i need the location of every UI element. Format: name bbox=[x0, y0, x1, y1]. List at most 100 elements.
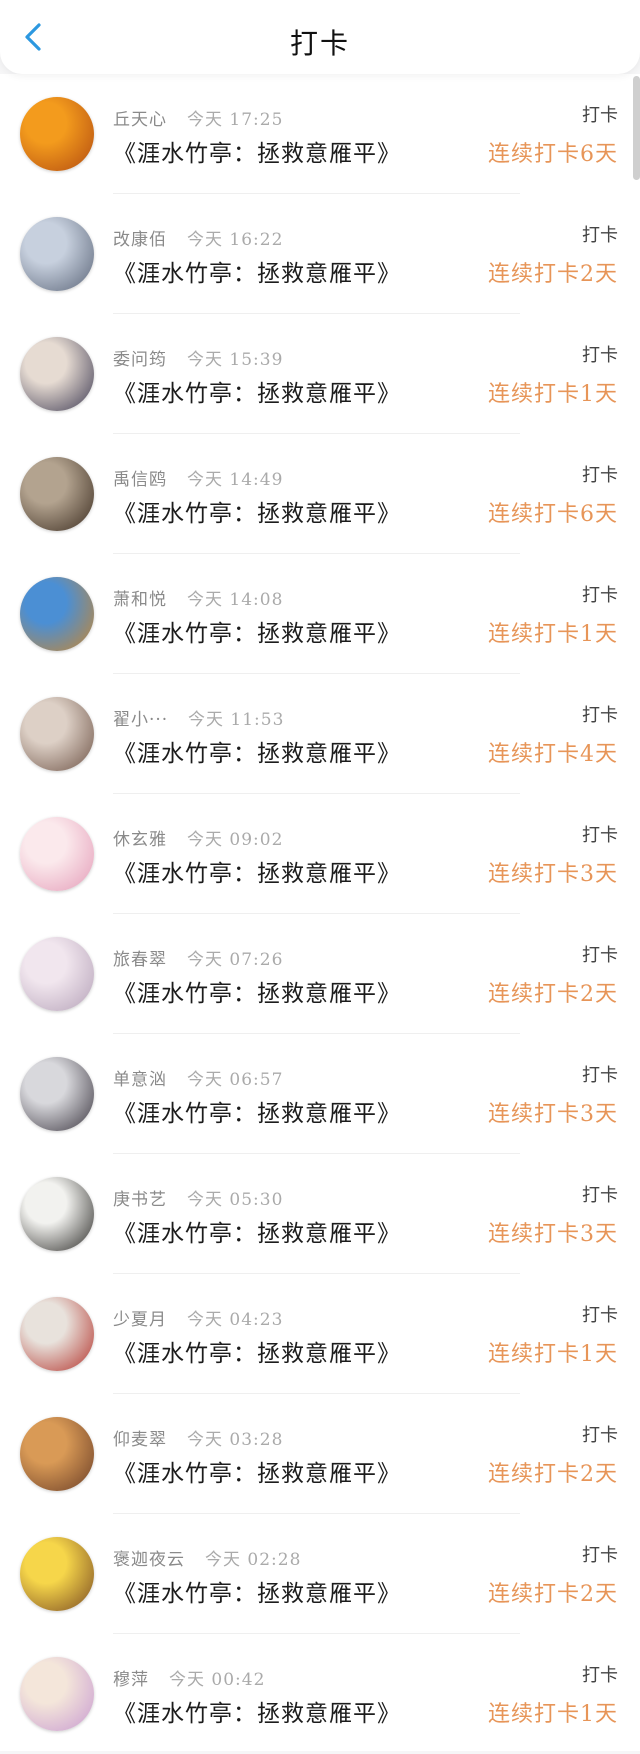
streak-label: 连续打卡1天 bbox=[488, 382, 618, 407]
avatar[interactable] bbox=[20, 217, 94, 291]
checkin-tag: 打卡 bbox=[582, 1665, 618, 1686]
checkin-time: 今天 15:39 bbox=[187, 350, 284, 370]
checkin-tag: 打卡 bbox=[582, 585, 618, 606]
course-title: 《涯水竹亭：拯救意雁平》 bbox=[113, 1461, 401, 1487]
course-title: 《涯水竹亭：拯救意雁平》 bbox=[113, 1221, 401, 1247]
course-title: 《涯水竹亭：拯救意雁平》 bbox=[113, 1101, 401, 1127]
avatar[interactable] bbox=[20, 97, 94, 171]
course-title: 《涯水竹亭：拯救意雁平》 bbox=[113, 1581, 401, 1607]
course-title: 《涯水竹亭：拯救意雁平》 bbox=[113, 981, 401, 1007]
checkin-tag: 打卡 bbox=[582, 1545, 618, 1566]
course-title: 《涯水竹亭：拯救意雁平》 bbox=[113, 1341, 401, 1367]
streak-label: 连续打卡2天 bbox=[488, 1462, 618, 1487]
checkin-tag: 打卡 bbox=[582, 1185, 618, 1206]
avatar[interactable] bbox=[20, 697, 94, 771]
checkin-time: 今天 16:22 bbox=[187, 230, 284, 250]
user-name: 褒迦夜云 bbox=[113, 1550, 185, 1570]
user-name: 委问筠 bbox=[113, 350, 167, 370]
streak-label: 连续打卡2天 bbox=[488, 1582, 618, 1607]
user-name: 旅春翠 bbox=[113, 950, 167, 970]
avatar[interactable] bbox=[20, 457, 94, 531]
list-item[interactable]: 改康佰 今天 16:22 《涯水竹亭：拯救意雁平》 打卡连续打卡2天 bbox=[0, 194, 640, 314]
avatar[interactable] bbox=[20, 817, 94, 891]
avatar[interactable] bbox=[20, 1057, 94, 1131]
course-title: 《涯水竹亭：拯救意雁平》 bbox=[113, 741, 401, 767]
course-title: 《涯水竹亭：拯救意雁平》 bbox=[113, 1701, 401, 1727]
checkin-time: 今天 07:26 bbox=[187, 950, 284, 970]
streak-label: 连续打卡3天 bbox=[488, 1102, 618, 1127]
streak-label: 连续打卡4天 bbox=[488, 742, 618, 767]
list-item[interactable]: 褒迦夜云 今天 02:28 《涯水竹亭：拯救意雁平》 打卡连续打卡2天 bbox=[0, 1514, 640, 1634]
checkin-time: 今天 14:08 bbox=[187, 590, 284, 610]
checkin-tag: 打卡 bbox=[582, 345, 618, 366]
list-item[interactable]: 翟小··· 今天 11:53 《涯水竹亭：拯救意雁平》 打卡连续打卡4天 bbox=[0, 674, 640, 794]
list-item[interactable]: 庚书艺 今天 05:30 《涯水竹亭：拯救意雁平》 打卡连续打卡3天 bbox=[0, 1154, 640, 1274]
avatar[interactable] bbox=[20, 1177, 94, 1251]
list-item[interactable]: 单意汹 今天 06:57 《涯水竹亭：拯救意雁平》 打卡连续打卡3天 bbox=[0, 1034, 640, 1154]
user-name: 改康佰 bbox=[113, 230, 167, 250]
course-title: 《涯水竹亭：拯救意雁平》 bbox=[113, 261, 401, 287]
streak-label: 连续打卡2天 bbox=[488, 262, 618, 287]
checkin-tag: 打卡 bbox=[582, 945, 618, 966]
user-name: 翟小··· bbox=[113, 710, 169, 730]
app-header: 打卡 bbox=[0, 0, 640, 74]
user-name: 休玄雅 bbox=[113, 830, 167, 850]
streak-label: 连续打卡1天 bbox=[488, 622, 618, 647]
checkin-tag: 打卡 bbox=[582, 225, 618, 246]
course-title: 《涯水竹亭：拯救意雁平》 bbox=[113, 381, 401, 407]
checkin-tag: 打卡 bbox=[582, 105, 618, 126]
user-name: 禹信鸥 bbox=[113, 470, 167, 490]
checkin-tag: 打卡 bbox=[582, 825, 618, 846]
streak-label: 连续打卡2天 bbox=[488, 982, 618, 1007]
user-name: 庚书艺 bbox=[113, 1190, 167, 1210]
list-item[interactable]: 仰麦翠 今天 03:28 《涯水竹亭：拯救意雁平》 打卡连续打卡2天 bbox=[0, 1394, 640, 1514]
user-name: 萧和悦 bbox=[113, 590, 167, 610]
checkin-time: 今天 03:28 bbox=[187, 1430, 284, 1450]
checkin-time: 今天 06:57 bbox=[187, 1070, 284, 1090]
list-item[interactable]: 旅春翠 今天 07:26 《涯水竹亭：拯救意雁平》 打卡连续打卡2天 bbox=[0, 914, 640, 1034]
avatar[interactable] bbox=[20, 577, 94, 651]
streak-label: 连续打卡1天 bbox=[488, 1342, 618, 1367]
avatar[interactable] bbox=[20, 1297, 94, 1371]
list-item[interactable]: 禹信鸥 今天 14:49 《涯水竹亭：拯救意雁平》 打卡 连续打卡6天 bbox=[0, 434, 640, 554]
avatar[interactable] bbox=[20, 1417, 94, 1491]
list-item[interactable]: 休玄雅 今天 09:02 《涯水竹亭：拯救意雁平》 打卡连续打卡3天 bbox=[0, 794, 640, 914]
page-title: 打卡 bbox=[289, 27, 350, 60]
avatar[interactable] bbox=[20, 1657, 94, 1731]
streak-label: 连续打卡6天 bbox=[488, 142, 618, 167]
user-name: 单意汹 bbox=[113, 1070, 167, 1090]
course-title: 《涯水竹亭：拯救意雁平》 bbox=[113, 141, 401, 167]
checkin-tag: 打卡 bbox=[582, 1425, 618, 1446]
list-item[interactable]: 委问筠 今天 15:39 《涯水竹亭：拯救意雁平》 打卡连续打卡1天 bbox=[0, 314, 640, 434]
avatar[interactable] bbox=[20, 937, 94, 1011]
checkin-time: 今天 02:28 bbox=[205, 1550, 302, 1570]
checkin-time: 今天 11:53 bbox=[188, 710, 285, 730]
checkin-tag: 打卡 bbox=[582, 1065, 618, 1086]
streak-label: 连续打卡6天 bbox=[488, 502, 618, 527]
checkin-time: 今天 00:42 bbox=[169, 1670, 266, 1690]
list-item[interactable]: 穆萍 今天 00:42 《涯水竹亭：拯救意雁平》 打卡连续打卡1天 bbox=[0, 1634, 640, 1754]
checkin-time: 今天 05:30 bbox=[187, 1190, 284, 1210]
checkin-list[interactable]: 丘天心 今天 17:25 《涯水竹亭：拯救意雁平》 打卡 连续打卡6天 改康佰 今天 16:… bbox=[0, 74, 640, 1751]
course-title: 《涯水竹亭：拯救意雁平》 bbox=[113, 621, 401, 647]
checkin-time: 今天 04:23 bbox=[187, 1310, 284, 1330]
streak-label: 连续打卡3天 bbox=[488, 1222, 618, 1247]
checkin-tag: 打卡 bbox=[582, 465, 618, 486]
user-name: 穆萍 bbox=[113, 1670, 149, 1690]
scrollbar[interactable] bbox=[633, 76, 640, 180]
checkin-time: 今天 17:25 bbox=[187, 110, 284, 130]
list-item[interactable]: 少夏月 今天 04:23 《涯水竹亭：拯救意雁平》 打卡 连续打卡1天 bbox=[0, 1274, 640, 1394]
checkin-time: 今天 09:02 bbox=[187, 830, 284, 850]
avatar[interactable] bbox=[20, 1537, 94, 1611]
course-title: 《涯水竹亭：拯救意雁平》 bbox=[113, 861, 401, 887]
streak-label: 连续打卡3天 bbox=[488, 862, 618, 887]
list-item[interactable]: 萧和悦 今天 14:08 《涯水竹亭：拯救意雁平》 打卡连续打卡1天 bbox=[0, 554, 640, 674]
streak-label: 连续打卡1天 bbox=[488, 1702, 618, 1727]
user-name: 仰麦翠 bbox=[113, 1430, 167, 1450]
avatar[interactable] bbox=[20, 337, 94, 411]
user-name: 丘天心 bbox=[113, 110, 167, 130]
user-name: 少夏月 bbox=[113, 1310, 167, 1330]
checkin-time: 今天 14:49 bbox=[187, 470, 284, 490]
list-item[interactable]: 丘天心 今天 17:25 《涯水竹亭：拯救意雁平》 打卡连续打卡6天 bbox=[0, 74, 640, 194]
checkin-tag: 打卡 bbox=[582, 705, 618, 726]
